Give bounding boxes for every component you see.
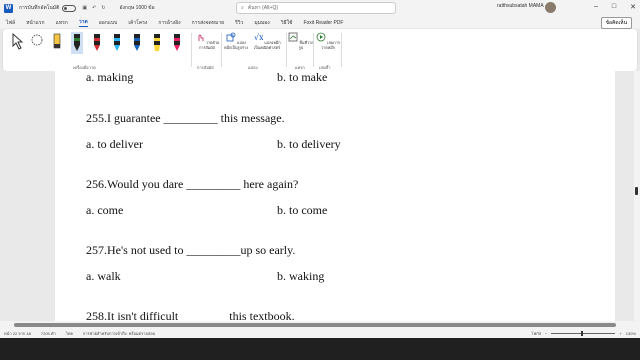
drawing-canvas-label: พื้นที่วาดรูป	[298, 41, 314, 50]
redo-icon[interactable]: ↻	[101, 5, 105, 11]
divider	[286, 33, 287, 67]
minimize-icon[interactable]: –	[594, 3, 598, 11]
drawing-canvas-button[interactable]: พื้นที่วาดรูป	[288, 32, 314, 50]
tab-references[interactable]: การอ้างอิง	[158, 19, 180, 27]
word-app-icon: W	[4, 3, 13, 13]
undo-icon[interactable]: ↶	[92, 5, 96, 11]
divider	[341, 33, 342, 67]
q256-option-a: a. come	[86, 203, 124, 217]
page-count[interactable]: หน้า 22 จาก 48	[4, 330, 31, 337]
touch-draw-label: วาดด้วยการสัมผัส	[199, 41, 220, 50]
divider	[221, 33, 222, 67]
tab-draw[interactable]: วาด	[78, 18, 88, 27]
tab-design[interactable]: ออกแบบ	[99, 19, 118, 27]
tab-mailings[interactable]: การส่งจดหมาย	[192, 19, 225, 27]
q257-option-a: a. walk	[86, 269, 121, 283]
document-page[interactable]	[55, 71, 615, 321]
zoom-level[interactable]: 130%	[626, 331, 636, 336]
ink-to-shape-label: แปลงหมึกเป็นรูปร่าง	[223, 41, 249, 50]
tab-file[interactable]: ไฟล์	[6, 19, 15, 27]
language-indicator[interactable]: ไทย	[66, 330, 73, 337]
q257-option-b: b. waking	[277, 269, 325, 283]
ink-to-shape-button[interactable]: แปลงหมึกเป็นรูปร่าง	[223, 32, 249, 50]
touch-draw-button[interactable]: วาดด้วยการสัมผัส	[194, 32, 220, 50]
close-icon[interactable]: ✕	[630, 3, 636, 11]
tab-review[interactable]: รีวิว	[235, 19, 243, 27]
zoom-out-icon[interactable]: −	[545, 331, 547, 336]
tab-foxit[interactable]: Foxit Reader PDF	[303, 20, 343, 26]
ink-to-math-label: แปลงหมึกเป็นคณิตศาสตร์	[253, 41, 281, 50]
zoom-slider[interactable]	[551, 331, 616, 336]
pen-blue-icon[interactable]	[111, 32, 123, 54]
focus-button[interactable]: โฟกัส	[531, 330, 541, 337]
search-placeholder: ค้นหา (Alt+Q)	[247, 5, 279, 11]
ink-to-shape-icon	[226, 32, 236, 42]
q255-option-a: a. to deliver	[86, 137, 143, 151]
convert-group-label: แปลง	[248, 65, 258, 70]
taskbar	[0, 338, 640, 360]
user-name[interactable]: ratthsubsatah MAMA	[497, 3, 544, 9]
draw-ribbon: เครื่องมือวาด วาดด้วยการสัมผัส การสัมผัส…	[3, 29, 637, 71]
tab-home[interactable]: หน้าแรก	[26, 19, 44, 27]
autosave-label: การบันทึกอัตโนมัติ	[19, 5, 60, 11]
horizontal-scroll-thumb[interactable]	[14, 323, 616, 327]
divider	[313, 33, 314, 67]
select-tool-icon[interactable]	[11, 32, 23, 54]
tab-help[interactable]: วิธีใช้	[281, 19, 293, 27]
ribbon-tabs: ไฟล์ หน้าแรก แทรก วาด ออกแบบ เค้าโครง กา…	[0, 16, 640, 29]
autosave-toggle[interactable]	[62, 4, 77, 12]
document-title[interactable]: อังกฤษ 1000 ข้อ	[119, 4, 154, 12]
eraser-tool-icon[interactable]	[51, 32, 63, 54]
highlighter-yellow-icon[interactable]	[151, 32, 163, 54]
maximize-icon[interactable]: □	[612, 3, 616, 11]
search-box[interactable]: ⌕ ค้นหา (Alt+Q)	[236, 2, 396, 14]
question-257: 257.He's not used to _________up so earl…	[86, 243, 296, 257]
q255-option-b: b. to delivery	[277, 137, 341, 151]
prev-option-a: a. making	[86, 70, 134, 84]
vertical-scrollbar[interactable]	[634, 71, 640, 321]
zoom-controls: โฟกัส − + 130%	[531, 329, 636, 338]
horizontal-scrollbar[interactable]	[0, 321, 640, 329]
question-256: 256.Would you dare _________ here again?	[86, 177, 299, 191]
question-255: 255.I guarantee _________ this message.	[86, 111, 285, 125]
word-count[interactable]: 7209 คำ	[41, 330, 56, 337]
prev-option-b: b. to make	[277, 70, 328, 84]
tab-insert[interactable]: แทรก	[56, 19, 68, 27]
comments-button[interactable]: ข้อคิดเห็น	[600, 17, 632, 29]
zoom-in-icon[interactable]: +	[619, 331, 621, 336]
pen-blue-dark-icon[interactable]	[131, 32, 143, 54]
pen-black-icon[interactable]	[71, 32, 83, 54]
lasso-tool-icon[interactable]	[31, 32, 43, 54]
tab-view[interactable]: มุมมอง	[254, 19, 269, 27]
svg-text:√x: √x	[254, 33, 263, 42]
save-icon[interactable]: ▣	[82, 5, 87, 11]
divider	[191, 33, 192, 67]
q256-option-b: b. to come	[277, 203, 328, 217]
tab-layout[interactable]: เค้าโครง	[128, 19, 147, 27]
drawing-canvas-icon	[288, 32, 298, 42]
ink-replay-button[interactable]: เล่นการวาดหมึก	[315, 32, 341, 50]
ink-replay-label: เล่นการวาดหมึก	[320, 41, 340, 50]
touch-group-label: การสัมผัส	[197, 65, 214, 70]
search-icon: ⌕	[241, 5, 244, 11]
pen-red-icon[interactable]	[91, 32, 103, 54]
accessibility-status[interactable]: การช่วยสำหรับการเข้าถึง: พร้อมตรวจสอบ	[83, 330, 155, 337]
highlighter-pink-icon[interactable]	[171, 32, 183, 54]
touch-draw-icon	[198, 34, 204, 41]
avatar[interactable]	[545, 2, 556, 13]
vertical-scroll-thumb[interactable]	[635, 187, 638, 195]
ink-to-math-icon: √x	[254, 33, 264, 42]
ink-to-math-button[interactable]: √x แปลงหมึกเป็นคณิตศาสตร์	[251, 32, 283, 50]
ink-replay-icon	[316, 32, 326, 42]
